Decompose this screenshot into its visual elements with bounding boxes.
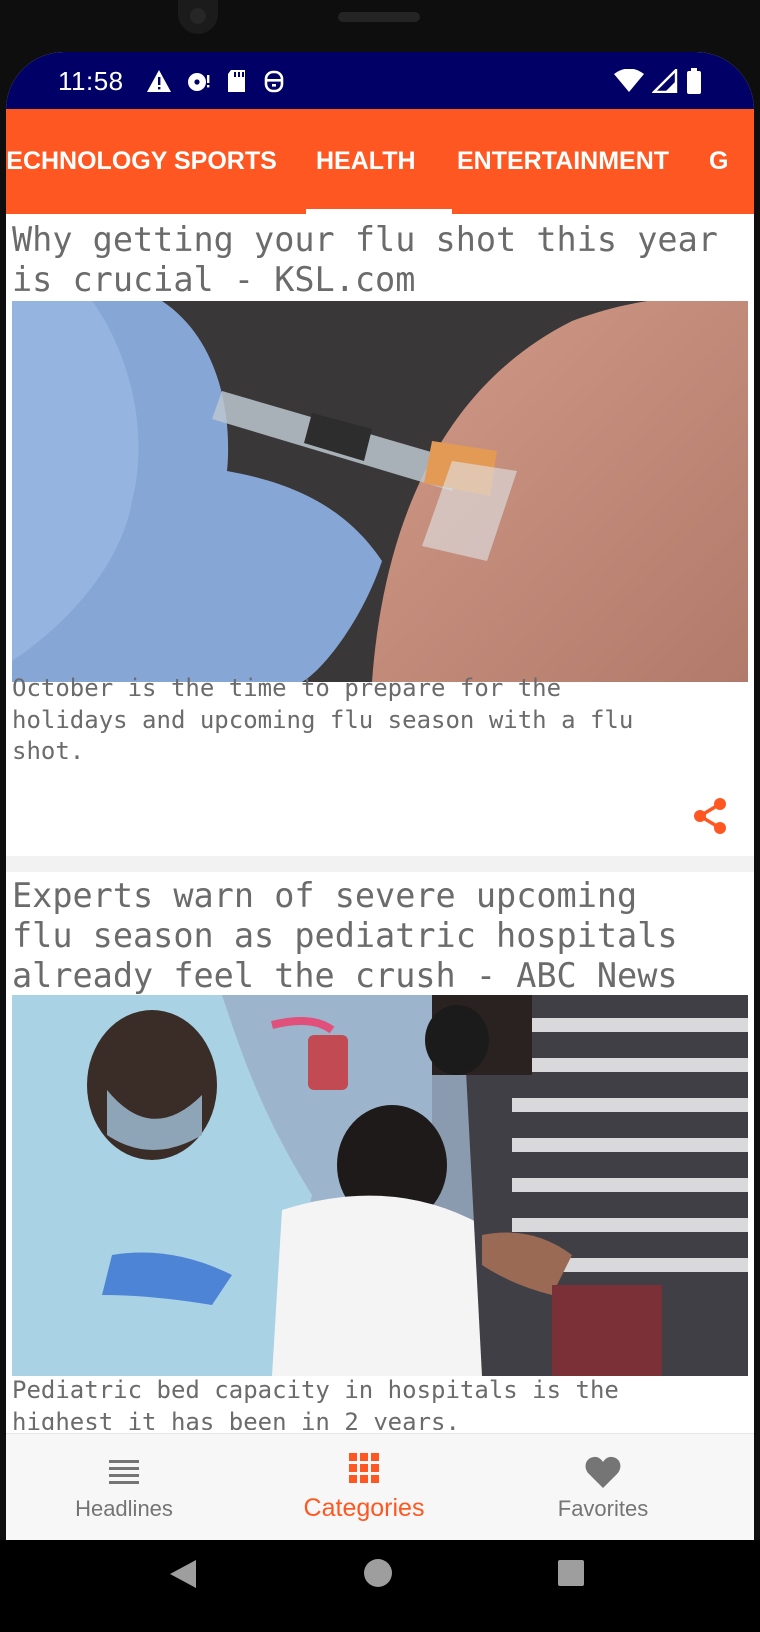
nav-categories[interactable]: Categories	[264, 1434, 464, 1540]
article-description-line: shot.	[12, 737, 85, 765]
device-frame: 11:58 TECHNOLOGY SPORTS HEALTH ENTERTAIN…	[0, 0, 760, 1632]
article-feed[interactable]: Why getting your flu shot this year is c…	[6, 214, 754, 1430]
article-image[interactable]	[12, 995, 748, 1376]
disc-icon	[188, 73, 210, 91]
article-description-line: Pediatric bed capacity in hospitals is t…	[12, 1376, 619, 1404]
article-title-line: already feel the crush - ABC News	[12, 956, 678, 995]
article-description-line: October is the time to prepare for the	[12, 674, 562, 702]
android-debug-icon	[264, 70, 284, 93]
article-description-line: highest it has been in 2 years.	[12, 1407, 460, 1431]
grid-icon	[349, 1453, 379, 1483]
back-icon[interactable]	[168, 1558, 200, 1590]
bottom-navigation: Headlines Categories Favorites	[6, 1433, 754, 1540]
tab-general[interactable]: G	[709, 109, 728, 214]
tab-health[interactable]: HEALTH	[316, 109, 416, 214]
nav-headlines-label: Headlines	[75, 1496, 173, 1521]
article-title-line: Why getting your flu shot this year	[12, 220, 718, 259]
tab-entertainment[interactable]: ENTERTAINMENT	[457, 109, 669, 214]
signal-icon	[652, 69, 678, 93]
recents-icon[interactable]	[557, 1559, 585, 1587]
list-icon	[109, 1460, 139, 1484]
article-description: October is the time to prepare for the h…	[12, 673, 633, 768]
article-description-line: holidays and upcoming flu season with a …	[12, 705, 634, 734]
notification-icons	[146, 66, 286, 96]
article-title-line: is crucial - KSL.com	[12, 260, 416, 299]
status-bar: 11:58	[6, 52, 754, 109]
warning-icon	[147, 70, 171, 92]
nav-favorites-label: Favorites	[557, 1496, 649, 1521]
vaccination-photo	[12, 995, 748, 1376]
wifi-icon	[614, 69, 644, 92]
article-card[interactable]: Experts warn of severe upcoming flu seas…	[6, 872, 754, 1430]
nav-headlines[interactable]: Headlines	[24, 1434, 224, 1540]
article-title-line: flu season as pediatric hospitals	[12, 916, 678, 955]
tab-technology[interactable]: TECHNOLOGY	[6, 109, 167, 214]
home-icon[interactable]	[363, 1558, 393, 1588]
article-description: Pediatric bed capacity in hospitals is t…	[12, 1375, 619, 1430]
system-status-icons	[614, 66, 702, 96]
system-navigation-bar	[0, 1540, 760, 1632]
heart-icon	[585, 1456, 621, 1488]
app-screen: 11:58 TECHNOLOGY SPORTS HEALTH ENTERTAIN…	[6, 52, 754, 1540]
battery-icon	[687, 68, 701, 94]
article-image[interactable]	[12, 301, 748, 682]
tab-sports[interactable]: SPORTS	[174, 109, 277, 214]
article-title[interactable]: Why getting your flu shot this year is c…	[12, 220, 718, 300]
article-title-line: Experts warn of severe upcoming	[12, 876, 638, 915]
flu-shot-photo	[12, 301, 748, 682]
nav-categories-label: Categories	[303, 1494, 425, 1522]
article-card[interactable]: Why getting your flu shot this year is c…	[6, 214, 754, 856]
status-time: 11:58	[58, 66, 124, 96]
front-camera	[178, 0, 218, 34]
share-icon[interactable]	[690, 796, 730, 836]
category-tab-bar: TECHNOLOGY SPORTS HEALTH ENTERTAINMENT G	[6, 109, 754, 214]
nav-favorites[interactable]: Favorites	[503, 1434, 703, 1540]
article-title[interactable]: Experts warn of severe upcoming flu seas…	[12, 876, 678, 996]
earpiece-speaker	[338, 12, 420, 22]
sd-card-icon	[228, 70, 245, 92]
